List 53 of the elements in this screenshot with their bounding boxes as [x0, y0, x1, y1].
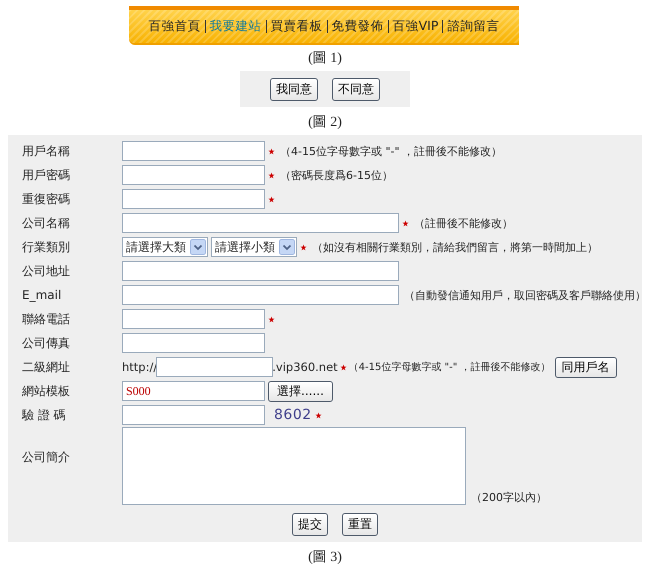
figure-caption: (圖 3) [308, 549, 342, 567]
same-username-button[interactable]: 同用戶名 [554, 356, 617, 378]
subdomain-field[interactable] [156, 357, 274, 377]
input-field[interactable] [122, 189, 265, 209]
input-field[interactable] [122, 141, 265, 161]
field-label: 重復密碼 [21, 190, 71, 208]
field-label: 公司簡介 [21, 449, 71, 466]
chevron-icon [279, 239, 295, 255]
field-hint: （密碼長度爲6-15位） [280, 168, 393, 182]
agreement-button[interactable]: 我同意 [270, 78, 318, 100]
nav-link[interactable]: 諮詢留言 [447, 18, 500, 35]
nav-link[interactable]: 百強首頁 [148, 18, 201, 35]
field-label: 二級網址 [21, 358, 71, 376]
input-field[interactable] [122, 333, 265, 353]
input-field[interactable] [122, 285, 399, 305]
agreement-button[interactable]: 不同意 [332, 78, 380, 100]
field-label: 公司名稱 [21, 214, 71, 232]
template-field[interactable]: S000 [122, 381, 265, 401]
choose-button[interactable]: 選擇...... [268, 380, 333, 402]
input-field[interactable] [122, 261, 399, 281]
dropdown[interactable]: 請選擇小類 [211, 237, 297, 257]
field-label: 公司傳真 [21, 334, 71, 352]
form-button[interactable]: 重置 [342, 513, 378, 536]
field-label: 行業類別 [21, 238, 71, 256]
nav-link[interactable]: 買賣看板 [270, 18, 323, 35]
field-hint: （4-15位字母數字或 "-" ，註冊後不能修改） [348, 360, 551, 374]
text-area[interactable] [122, 427, 466, 505]
field-hint: （200字以內） [471, 490, 547, 505]
url-prefix: http:// [122, 360, 158, 374]
field-hint: （自動發信通知用戶，取回密碼及客戶聯絡使用） [404, 288, 646, 302]
input-field[interactable] [122, 213, 399, 233]
figure-caption: (圖 2) [308, 114, 342, 132]
field-label: E_mail [21, 288, 62, 302]
field-hint: （如沒有相關行業類別，請給我們留言，將第一時間加上） [312, 240, 598, 254]
field-label: 用戶密碼 [21, 166, 71, 184]
field-label: 用戶名稱 [21, 142, 71, 160]
nav-link[interactable]: 免費發佈 [332, 18, 384, 35]
captcha-field[interactable] [122, 405, 265, 425]
field-label: 驗 證 碼 [20, 406, 67, 424]
form-button[interactable]: 提交 [292, 513, 328, 536]
input-field[interactable] [122, 309, 265, 329]
field-label: 聯絡電話 [21, 310, 71, 328]
url-suffix: .vip360.net [272, 360, 338, 374]
field-label: 公司地址 [21, 262, 71, 280]
field-label: 網站模板 [21, 382, 71, 400]
dropdown[interactable]: 請選擇大類 [122, 237, 208, 257]
figure-caption: (圖 1) [308, 50, 342, 68]
captcha-code: 8602 [274, 407, 312, 423]
field-hint: （4-15位字母數字或 "-" ，註冊後不能修改） [280, 144, 502, 158]
input-field[interactable] [122, 165, 265, 185]
field-hint: （註冊後不能修改） [414, 216, 513, 230]
nav-link[interactable]: 百強VIP [392, 18, 438, 35]
chevron-icon [190, 239, 206, 255]
